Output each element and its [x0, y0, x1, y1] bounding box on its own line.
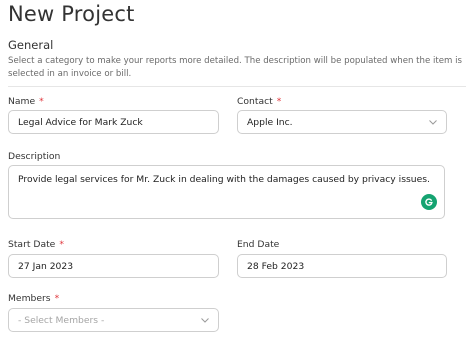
- required-marker: *: [39, 96, 44, 107]
- members-select[interactable]: - Select Members -: [8, 308, 219, 332]
- contact-label: Contact *: [237, 96, 281, 107]
- end-date-label: End Date: [237, 239, 280, 250]
- required-marker: *: [54, 293, 60, 304]
- contact-label-text: Contact: [237, 96, 273, 107]
- name-field-value: Legal Advice for Mark Zuck: [18, 116, 143, 128]
- contact-select-value: Apple Inc.: [247, 116, 293, 128]
- members-label: Members *: [8, 293, 59, 304]
- page-title: New Project: [8, 2, 135, 26]
- start-date-label: Start Date *: [8, 239, 64, 250]
- start-date-label-text: Start Date: [8, 239, 56, 250]
- name-field[interactable]: Legal Advice for Mark Zuck: [8, 110, 219, 134]
- description-textarea[interactable]: Provide legal services for Mr. Zuck in d…: [8, 165, 445, 219]
- general-section-description: Select a category to make your reports m…: [8, 56, 463, 79]
- grammarly-icon[interactable]: [421, 194, 437, 210]
- contact-select[interactable]: Apple Inc.: [237, 110, 447, 134]
- section-divider: [8, 86, 466, 87]
- chevron-down-icon: [429, 118, 437, 126]
- name-label: Name *: [8, 96, 44, 107]
- members-select-placeholder: - Select Members -: [18, 314, 105, 326]
- end-date-field[interactable]: 28 Feb 2023: [237, 254, 447, 278]
- chevron-down-icon: [201, 316, 209, 324]
- required-marker: *: [276, 96, 282, 107]
- members-label-text: Members: [8, 293, 51, 304]
- name-label-text: Name: [8, 96, 36, 107]
- description-label: Description: [8, 151, 61, 162]
- start-date-field[interactable]: 27 Jan 2023: [8, 254, 219, 278]
- general-section-title: General: [8, 38, 54, 52]
- end-date-value: 28 Feb 2023: [247, 260, 305, 272]
- start-date-value: 27 Jan 2023: [18, 260, 74, 272]
- required-marker: *: [59, 239, 64, 250]
- description-textarea-value: Provide legal services for Mr. Zuck in d…: [18, 174, 430, 185]
